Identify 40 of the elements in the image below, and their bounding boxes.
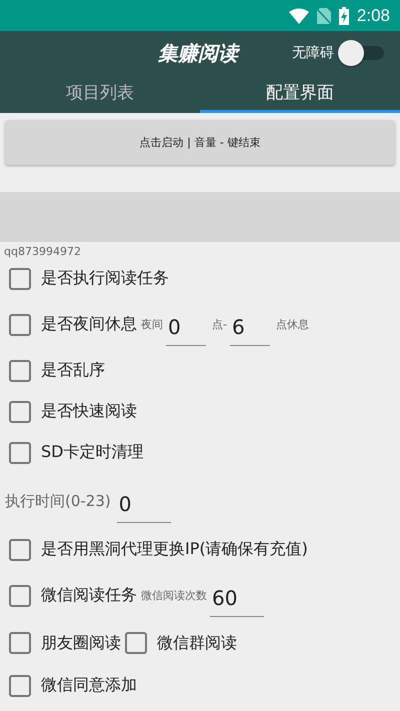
checkbox-label: SD卡定时清理 (41, 442, 144, 463)
checkbox[interactable] (125, 632, 147, 654)
checkbox[interactable] (9, 632, 31, 654)
account-label: qq873994972 (3, 244, 82, 258)
field-label: 微信阅读次数 (141, 588, 207, 603)
field-label: 夜间 (141, 317, 163, 332)
start-button[interactable]: 点击启动 | 音量 - 键结束 (5, 120, 395, 165)
checkbox[interactable] (9, 314, 31, 336)
checkbox[interactable] (9, 360, 31, 382)
field-label: 执行时间(0-23) (5, 492, 111, 510)
checkbox-label: 微信同意添加 (41, 675, 137, 696)
checkbox[interactable] (9, 400, 31, 422)
checkbox[interactable] (9, 268, 31, 290)
app-title: 集赚阅读 (158, 40, 238, 66)
tab[interactable]: 项目列表 (0, 75, 200, 113)
no-sim-icon (316, 8, 331, 24)
toggle-switch[interactable] (338, 40, 384, 66)
switch-label: 无障碍 (292, 44, 334, 62)
checkbox[interactable] (9, 674, 31, 696)
checkbox-label: 微信群阅读 (157, 632, 237, 654)
field-label: 点- (212, 317, 227, 332)
clock-time: 2:08 (356, 6, 390, 26)
checkbox-label: 朋友圈阅读 (41, 632, 121, 654)
checkbox-label: 微信阅读任务 (41, 585, 137, 606)
checkbox-label: 是否用黑洞代理更换IP(请确保有充值) (41, 539, 308, 560)
input-field[interactable]: 0 (116, 486, 171, 522)
battery-charging-icon (338, 6, 349, 24)
input-field[interactable]: 0 (166, 309, 206, 346)
checkbox[interactable] (9, 442, 31, 464)
input-field[interactable]: 60 (210, 580, 264, 617)
wifi-icon (288, 8, 309, 24)
checkbox-label: 是否执行阅读任务 (41, 268, 169, 289)
field-label: 点休息 (276, 317, 309, 332)
checkbox[interactable] (9, 538, 31, 560)
tab[interactable]: 配置界面 (200, 75, 400, 113)
input-field[interactable]: 6 (230, 309, 270, 346)
checkbox-label: 是否快速阅读 (41, 401, 137, 422)
checkbox[interactable] (9, 584, 31, 606)
checkbox-label: 是否夜间休息 (41, 314, 137, 335)
checkbox-label: 是否乱序 (41, 360, 105, 381)
